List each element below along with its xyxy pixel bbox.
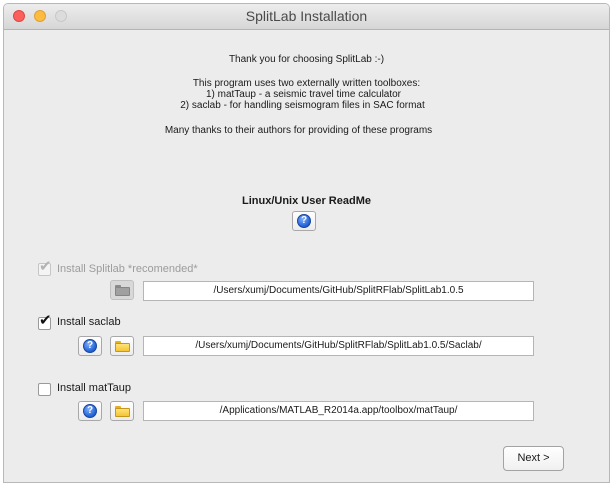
saclab-help-button[interactable]: ? — [78, 336, 102, 356]
intro-saclab: 2) saclab - for handling seismogram file… — [180, 100, 425, 111]
mattaup-path-field[interactable]: /Applications/MATLAB_R2014a.app/toolbox/… — [143, 401, 534, 421]
folder-icon — [115, 285, 130, 296]
mattaup-help-button[interactable]: ? — [78, 401, 102, 421]
install-splitlab-checkbox: ✔ — [38, 259, 52, 276]
intro-mattaup: 1) matTaup - a seismic travel time calcu… — [205, 89, 402, 100]
folder-icon — [115, 341, 130, 352]
saclab-path-field[interactable]: /Users/xumj/Documents/GitHub/SplitRFlab/… — [143, 336, 534, 356]
check-icon: ✔ — [39, 258, 52, 275]
check-icon: ✔ — [39, 312, 52, 329]
next-button[interactable]: Next > — [503, 446, 564, 471]
saclab-browse-button[interactable] — [110, 336, 134, 356]
install-saclab-label: Install saclab — [57, 316, 121, 328]
intro-credits: Many thanks to their authors for providi… — [164, 125, 433, 136]
readme-help-button[interactable]: ? — [292, 211, 316, 231]
mattaup-browse-button[interactable] — [110, 401, 134, 421]
help-icon: ? — [83, 404, 97, 418]
window-title: SplitLab Installation — [245, 8, 368, 24]
help-icon: ? — [83, 339, 97, 353]
install-saclab-checkbox[interactable]: ✔ — [38, 313, 52, 330]
help-icon: ? — [297, 214, 311, 228]
splitlab-browse-button — [110, 280, 134, 300]
splitlab-path-field[interactable]: /Users/xumj/Documents/GitHub/SplitRFlab/… — [143, 281, 534, 301]
folder-icon — [115, 406, 130, 417]
title-bar[interactable]: SplitLab Installation — [4, 4, 609, 30]
intro-toolboxes: This program uses two externally written… — [192, 78, 421, 89]
readme-label: Linux/Unix User ReadMe — [242, 195, 371, 207]
install-mattaup-checkbox[interactable] — [38, 383, 51, 396]
install-splitlab-label: Install Splitlab *recomended* — [57, 263, 198, 275]
installer-window: SplitLab Installation Thank you for choo… — [3, 3, 610, 483]
intro-thanks: Thank you for choosing SplitLab :-) — [228, 54, 385, 65]
install-mattaup-label: Install matTaup — [57, 382, 131, 394]
